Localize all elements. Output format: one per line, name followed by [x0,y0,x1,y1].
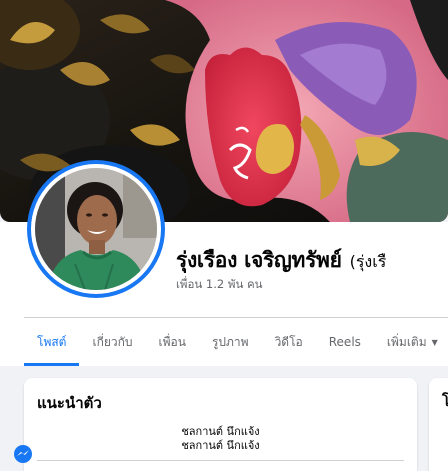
tab-reels[interactable]: Reels [316,318,374,366]
profile-name: รุ่งเรือง เจริญทรัพย์ [176,248,342,272]
tab-label: Reels [328,335,361,349]
intro-card: แนะนำตัว ชลกานต์ นึกแจ้ง ชลกานต์ นึกแจ้ง [24,378,417,471]
intro-title: แนะนำตัว [37,394,102,412]
tab-posts[interactable]: โพสต์ [24,318,80,366]
tab-label: เกี่ยวกับ [92,334,133,349]
side-card-title: โ [442,392,448,410]
caret-down-icon: ▼ [431,337,438,347]
avatar-border [31,164,161,294]
friends-count[interactable]: เพื่อน 1.2 พัน คน [176,276,263,294]
profile-page: รุ่งเรือง เจริญทรัพย์ (รุ่งเรื เพื่อน 1.2… [0,0,448,471]
tab-label: รูปภาพ [211,334,249,349]
tab-about[interactable]: เกี่ยวกับ [79,318,145,366]
intro-divider [37,460,404,461]
profile-avatar[interactable] [27,160,165,298]
tab-label: เพื่อน [158,334,186,349]
tab-label: โพสต์ [37,334,67,349]
tab-videos[interactable]: วิดีโอ [262,318,316,366]
intro-bio-line: ชลกานต์ นึกแจ้ง [181,439,260,452]
tab-label: เพิ่มเติม [386,334,427,349]
messenger-icon[interactable] [13,444,33,464]
tab-more[interactable]: เพิ่มเติม ▼ [374,318,448,366]
profile-name-row: รุ่งเรือง เจริญทรัพย์ (รุ่งเรื [176,244,386,277]
profile-tabs: โพสต์ เกี่ยวกับ เพื่อน รูปภาพ วิดีโอ Ree… [24,318,448,366]
tab-friends[interactable]: เพื่อน [146,318,199,366]
profile-alt-name: (รุ่งเรื [349,252,387,271]
side-card: โ [429,378,448,471]
avatar-photo [35,168,157,290]
tab-label: วิดีโอ [274,334,303,349]
tab-photos[interactable]: รูปภาพ [199,318,262,366]
